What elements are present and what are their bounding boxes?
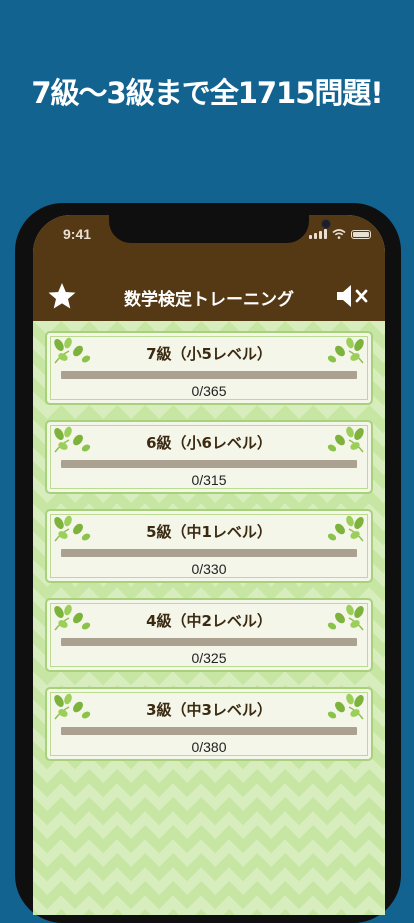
level-card[interactable]: 3級（中3レベル） 0/380 [45, 687, 373, 761]
progress-count: 0/315 [191, 472, 227, 488]
level-title: 7級（小5レベル） [146, 345, 272, 363]
wifi-icon [332, 229, 346, 239]
progress-count: 0/365 [191, 383, 227, 399]
progress-count: 0/380 [191, 739, 227, 755]
app-screen: 9:41 数学検定トレーニング 7級（小5レベル） 0/365 6級（小6レベル… [33, 215, 385, 915]
progress-bar [61, 460, 357, 468]
promo-headline: 7級〜3級まで全1715問題! [31, 76, 383, 110]
notch [109, 215, 331, 243]
nav-title: 数学検定トレーニング [124, 290, 294, 310]
level-list: 7級（小5レベル） 0/365 6級（小6レベル） 0/315 5級（中1レベル… [33, 321, 385, 915]
battery-icon [351, 229, 371, 239]
nav-bar: 数学検定トレーニング [33, 271, 385, 321]
level-title: 3級（中3レベル） [146, 701, 272, 719]
level-card[interactable]: 7級（小5レベル） 0/365 [45, 331, 373, 405]
level-title: 4級（中2レベル） [146, 612, 272, 630]
progress-bar [61, 638, 357, 646]
speaker-muted-icon[interactable] [335, 283, 369, 309]
level-card[interactable]: 6級（小6レベル） 0/315 [45, 420, 373, 494]
signal-icon [309, 229, 327, 239]
level-title: 6級（小6レベル） [146, 434, 272, 452]
status-icons [309, 229, 371, 239]
level-title: 5級（中1レベル） [146, 523, 272, 541]
progress-bar [61, 727, 357, 735]
level-card[interactable]: 4級（中2レベル） 0/325 [45, 598, 373, 672]
status-time: 9:41 [63, 226, 92, 242]
progress-bar [61, 549, 357, 557]
progress-bar [61, 371, 357, 379]
status-bar: 9:41 [33, 215, 385, 271]
progress-count: 0/330 [191, 561, 227, 577]
progress-count: 0/325 [191, 650, 227, 666]
level-card[interactable]: 5級（中1レベル） 0/330 [45, 509, 373, 583]
camera-icon [321, 219, 331, 229]
